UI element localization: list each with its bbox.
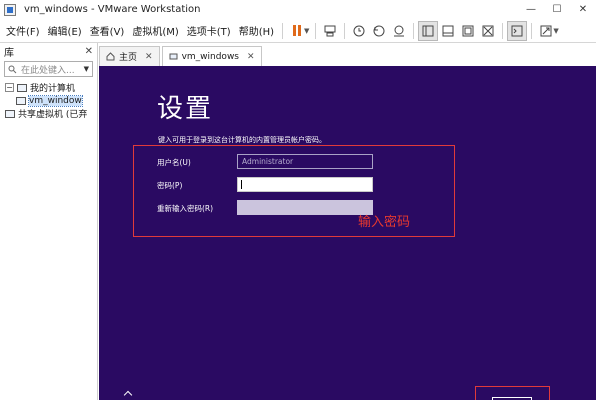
library-close-button[interactable]: ✕ — [85, 46, 93, 57]
home-icon — [106, 52, 115, 61]
title-bar: vm_windows - VMware Workstation — ☐ ✕ — [0, 0, 596, 19]
console-button[interactable] — [507, 20, 528, 41]
toolbar-separator — [315, 22, 317, 39]
thumbnail-view-button[interactable] — [438, 21, 458, 41]
pause-dropdown-icon[interactable]: ▼ — [304, 27, 309, 35]
tab-vm-windows[interactable]: vm_windows ✕ — [161, 46, 262, 66]
shared-vm-icon — [5, 109, 15, 118]
menu-edit[interactable]: 编辑(E) — [44, 23, 86, 38]
annotation-text: 输入密码 — [358, 215, 411, 230]
send-keys-button[interactable] — [320, 21, 340, 41]
library-view-button[interactable] — [418, 20, 439, 41]
library-view-icon — [422, 25, 434, 36]
toolbar-separator — [531, 22, 533, 39]
library-panel: 库 ✕ 在此处键入... ▼ − 我的计算机 vm_window 共享虚拟机 (… — [0, 43, 98, 400]
menu-vm[interactable]: 虚拟机(M) — [128, 23, 182, 38]
snapshot-button[interactable] — [349, 21, 369, 41]
fullscreen-vm-button[interactable] — [458, 21, 478, 41]
snapshot-manager-button[interactable] — [389, 21, 409, 41]
unity-button[interactable] — [478, 21, 498, 41]
tab-home[interactable]: 主页 ✕ — [99, 46, 160, 66]
search-icon — [8, 65, 17, 73]
tree-item-label: 共享虚拟机 (已弃 — [18, 110, 88, 120]
tab-label: 主页 — [119, 53, 138, 63]
unity-icon — [482, 25, 494, 36]
fit-window-icon — [540, 25, 552, 36]
vm-tab-icon — [169, 53, 178, 60]
console-icon — [511, 25, 523, 36]
thumbnail-view-icon — [442, 25, 454, 36]
library-header: 库 ✕ — [0, 43, 97, 60]
menu-view[interactable]: 查看(V) — [86, 23, 129, 38]
tab-label: vm_windows — [181, 51, 239, 62]
collapse-icon[interactable]: − — [5, 83, 14, 92]
pause-icon — [293, 25, 302, 36]
menu-help[interactable]: 帮助(H) — [235, 23, 278, 38]
toolbar-separator — [502, 22, 504, 39]
menu-bar: 文件(F) 编辑(E) 查看(V) 虚拟机(M) 选项卡(T) 帮助(H) — [2, 23, 278, 38]
tab-bar: 主页 ✕ vm_windows ✕ — [99, 46, 596, 66]
computer-icon — [17, 83, 27, 92]
window-title: vm_windows - VMware Workstation — [24, 4, 201, 15]
snapshot-icon — [353, 25, 365, 36]
menu-toolbar: 文件(F) 编辑(E) 查看(V) 虚拟机(M) 选项卡(T) 帮助(H) ▼ — [0, 19, 596, 43]
menu-file[interactable]: 文件(F) — [2, 23, 44, 38]
tree-item-shared-vms[interactable]: 共享虚拟机 (已弃 — [0, 107, 97, 120]
revert-snapshot-icon — [373, 25, 385, 36]
toolbar-separator — [344, 22, 346, 39]
snapshot-manager-icon — [394, 25, 405, 36]
library-title: 库 — [4, 48, 14, 59]
vmware-app-icon — [4, 3, 16, 16]
tree-item-label: 我的计算机 — [30, 84, 76, 94]
library-search-input[interactable]: 在此处键入... ▼ — [4, 61, 93, 77]
close-window-button[interactable]: ✕ — [570, 0, 596, 19]
library-search-placeholder: 在此处键入... — [21, 65, 75, 76]
tree-item-my-computer[interactable]: − 我的计算机 — [0, 81, 97, 94]
setup-description: 键入可用于登录到这台计算机的内置管理员帐户密码。 — [158, 136, 326, 144]
tree-item-label: vm_window — [28, 94, 83, 107]
setup-title: 设置 — [157, 94, 214, 124]
window-controls: — ☐ ✕ — [518, 0, 596, 19]
vm-icon — [16, 96, 26, 105]
fullscreen-vm-icon — [462, 25, 474, 36]
tree-item-vm-windows[interactable]: vm_window — [0, 94, 97, 107]
menu-tabs[interactable]: 选项卡(T) — [183, 23, 235, 38]
minimize-button[interactable]: — — [518, 0, 544, 19]
search-dropdown-icon[interactable]: ▼ — [84, 65, 89, 73]
maximize-button[interactable]: ☐ — [544, 0, 570, 19]
fit-window-dropdown-icon[interactable]: ▼ — [553, 27, 558, 35]
vm-console[interactable]: 设置 键入可用于登录到这台计算机的内置管理员帐户密码。 用户名(U) Admin… — [99, 66, 596, 400]
tab-close-icon[interactable]: ✕ — [247, 52, 255, 62]
library-tree: − 我的计算机 vm_window 共享虚拟机 (已弃 — [0, 81, 97, 120]
revert-snapshot-button[interactable] — [369, 21, 389, 41]
toolbar-separator — [413, 22, 415, 39]
tab-close-icon[interactable]: ✕ — [145, 52, 153, 62]
send-keys-icon — [324, 25, 336, 36]
toolbar-separator — [282, 22, 284, 39]
accessibility-icon[interactable] — [123, 390, 133, 400]
